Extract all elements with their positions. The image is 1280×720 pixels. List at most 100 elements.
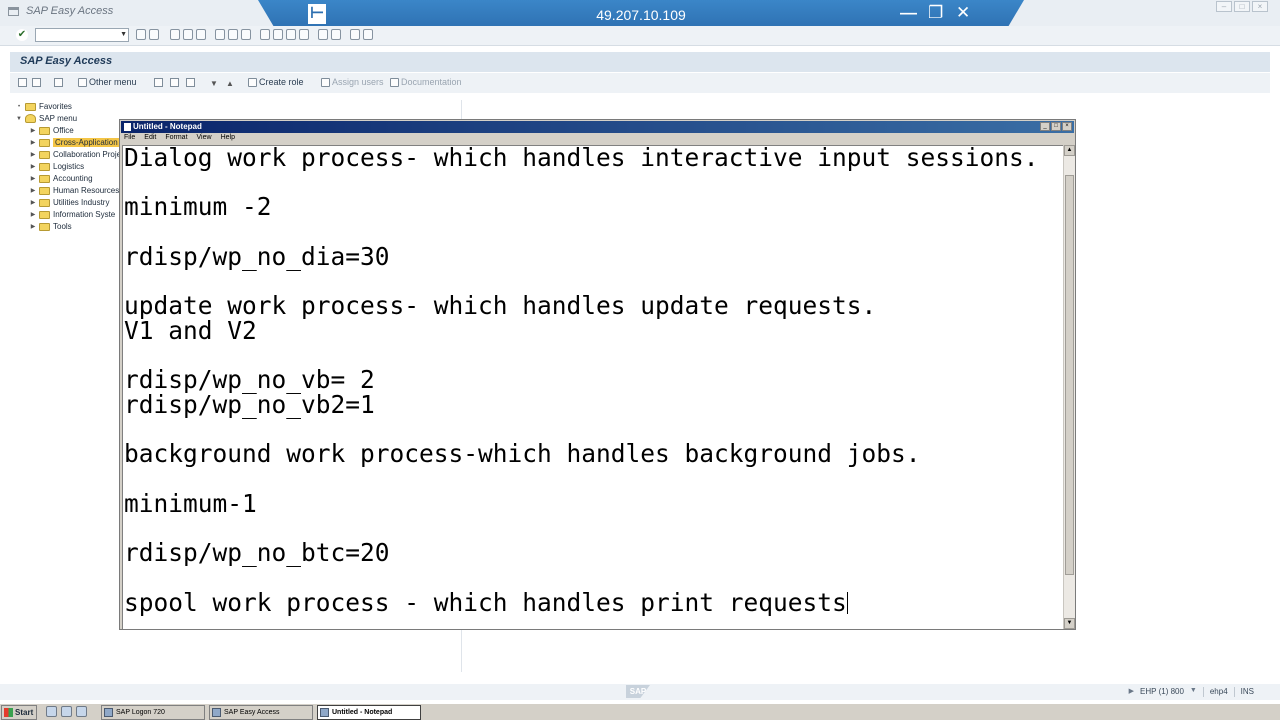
sap-minimize-button[interactable]: –	[1216, 1, 1232, 12]
play-icon[interactable]: ▶	[1129, 687, 1134, 697]
remote-restore-icon[interactable]: ❐	[928, 3, 943, 23]
notepad-menu-file[interactable]: File	[124, 134, 135, 141]
tree-node[interactable]: ▶ Accounting	[30, 174, 93, 183]
next-page-icon[interactable]	[286, 29, 296, 40]
sap-close-button[interactable]: ×	[1252, 1, 1268, 12]
delete-favorite-icon[interactable]	[32, 78, 41, 87]
change-favorite-icon[interactable]	[170, 78, 179, 87]
tree-node-favorites[interactable]: • Favorites	[16, 102, 72, 111]
add-favorite-icon[interactable]	[18, 78, 27, 87]
notepad-text-area[interactable]: Dialog work process- which handles inter…	[122, 145, 1063, 629]
text-line: Dialog work process- which handles inter…	[124, 145, 1039, 172]
documentation-button[interactable]: Documentation	[390, 77, 462, 87]
save-icon[interactable]	[149, 29, 159, 40]
collapsed-arrow-icon[interactable]: ▶	[30, 175, 36, 182]
browser-icon[interactable]	[76, 706, 87, 717]
input-mode[interactable]: INS	[1241, 687, 1254, 697]
remote-close-icon[interactable]: ✕	[956, 3, 970, 23]
explorer-icon[interactable]	[61, 706, 72, 717]
task-app-icon	[212, 708, 221, 717]
task-label: SAP Easy Access	[224, 709, 280, 716]
tree-node-label: Tools	[53, 222, 72, 231]
move-up-icon[interactable]: ▲	[226, 79, 234, 88]
back-nav-icon[interactable]	[170, 29, 180, 40]
tree-node[interactable]: ▶ Office	[30, 126, 74, 135]
text-line: rdisp/wp_no_btc=20	[124, 538, 390, 568]
folder-icon	[39, 186, 50, 195]
collapsed-arrow-icon[interactable]: ▶	[30, 163, 36, 170]
other-menu-button[interactable]: Other menu	[78, 77, 137, 87]
tree-node[interactable]: ▶ Logistics	[30, 162, 84, 171]
sap-maximize-button[interactable]: □	[1234, 1, 1250, 12]
expanded-arrow-icon[interactable]: ▼	[16, 116, 22, 122]
start-label: Start	[15, 708, 34, 717]
taskbar-task[interactable]: SAP Easy Access	[209, 705, 313, 720]
assign-users-button[interactable]: Assign users	[321, 77, 384, 87]
collapsed-arrow-icon[interactable]: ▶	[30, 127, 36, 134]
tree-node-label: Favorites	[39, 102, 72, 111]
show-desktop-icon[interactable]	[46, 706, 57, 717]
scroll-up-icon[interactable]: ▲	[1064, 145, 1075, 156]
enter-check-icon[interactable]: ✔	[16, 29, 28, 41]
notepad-menu-format[interactable]: Format	[165, 134, 187, 141]
chevron-down-icon[interactable]: ▼	[120, 29, 127, 41]
collapsed-arrow-icon[interactable]: •	[16, 104, 22, 110]
collapsed-arrow-icon[interactable]: ▶	[30, 211, 36, 218]
help-icon[interactable]	[350, 29, 360, 40]
taskbar-task[interactable]: Untitled - Notepad	[317, 705, 421, 720]
tree-node-label: Information Syste	[53, 210, 116, 219]
print-icon[interactable]	[215, 29, 225, 40]
create-role-label: Create role	[259, 77, 304, 87]
tree-node[interactable]: ▶ Human Resources	[30, 186, 120, 195]
notepad-menu-view[interactable]: View	[197, 134, 212, 141]
notepad-minimize-button[interactable]: _	[1040, 122, 1050, 131]
scroll-down-icon[interactable]: ▼	[1064, 618, 1075, 629]
vertical-scrollbar[interactable]: ▲ ▼	[1063, 145, 1075, 629]
collapsed-arrow-icon[interactable]: ▶	[30, 199, 36, 206]
find-next-icon[interactable]	[241, 29, 251, 40]
collapsed-arrow-icon[interactable]: ▶	[30, 187, 36, 194]
cancel-icon[interactable]	[196, 29, 206, 40]
layout-menu-icon[interactable]	[363, 29, 373, 40]
notepad-titlebar: Untitled - Notepad _ □ ×	[121, 121, 1074, 133]
toolbar-icon-group	[136, 29, 373, 40]
start-button[interactable]: Start	[1, 705, 37, 720]
text-line: rdisp/wp_no_vb2=1	[124, 390, 375, 420]
collapsed-arrow-icon[interactable]: ▶	[30, 151, 36, 158]
first-page-icon[interactable]	[260, 29, 270, 40]
edit-pencil-icon[interactable]	[186, 78, 195, 87]
notepad-menu-help[interactable]: Help	[221, 134, 235, 141]
find-icon[interactable]	[228, 29, 238, 40]
tree-node[interactable]: ▶ Collaboration Proje	[30, 150, 121, 159]
collapsed-arrow-icon[interactable]: ▶	[30, 223, 36, 230]
back-icon[interactable]	[136, 29, 146, 40]
tree-node[interactable]: ▶ Tools	[30, 222, 72, 231]
tree-node-sap-menu[interactable]: ▼ SAP menu	[16, 114, 77, 123]
documentation-label: Documentation	[401, 77, 462, 87]
user-menu-icon[interactable]	[54, 78, 63, 87]
notepad-menu-edit[interactable]: Edit	[144, 134, 156, 141]
new-session-icon[interactable]	[318, 29, 328, 40]
previous-page-icon[interactable]	[273, 29, 283, 40]
shortcut-icon[interactable]	[331, 29, 341, 40]
tree-node[interactable]: ▶ Cross-Application C	[30, 138, 128, 147]
tree-node[interactable]: ▶ Utilities Industry	[30, 198, 110, 207]
move-down-icon[interactable]: ▼	[210, 79, 218, 88]
exit-icon[interactable]	[183, 29, 193, 40]
collapsed-arrow-icon[interactable]: ▶	[30, 139, 36, 146]
add-to-favorites-icon[interactable]	[154, 78, 163, 87]
notepad-close-button[interactable]: ×	[1062, 122, 1072, 131]
chevron-down-icon[interactable]: ▼	[1190, 687, 1197, 697]
remote-minimize-icon[interactable]: —	[900, 3, 917, 23]
command-field[interactable]: ▼	[35, 28, 129, 42]
other-menu-label: Other menu	[89, 77, 137, 87]
last-page-icon[interactable]	[299, 29, 309, 40]
tree-node[interactable]: ▶ Information Syste	[30, 210, 116, 219]
create-role-button[interactable]: Create role	[248, 77, 304, 87]
notepad-maximize-button[interactable]: □	[1051, 122, 1061, 131]
status-divider	[1233, 687, 1235, 697]
taskbar-task[interactable]: SAP Logon 720	[101, 705, 205, 720]
system-info[interactable]: EHP (1) 800	[1140, 687, 1184, 697]
windows-taskbar: Start SAP Logon 720 SAP Easy Access Untitl…	[0, 703, 1280, 720]
scrollbar-thumb[interactable]	[1065, 175, 1074, 575]
